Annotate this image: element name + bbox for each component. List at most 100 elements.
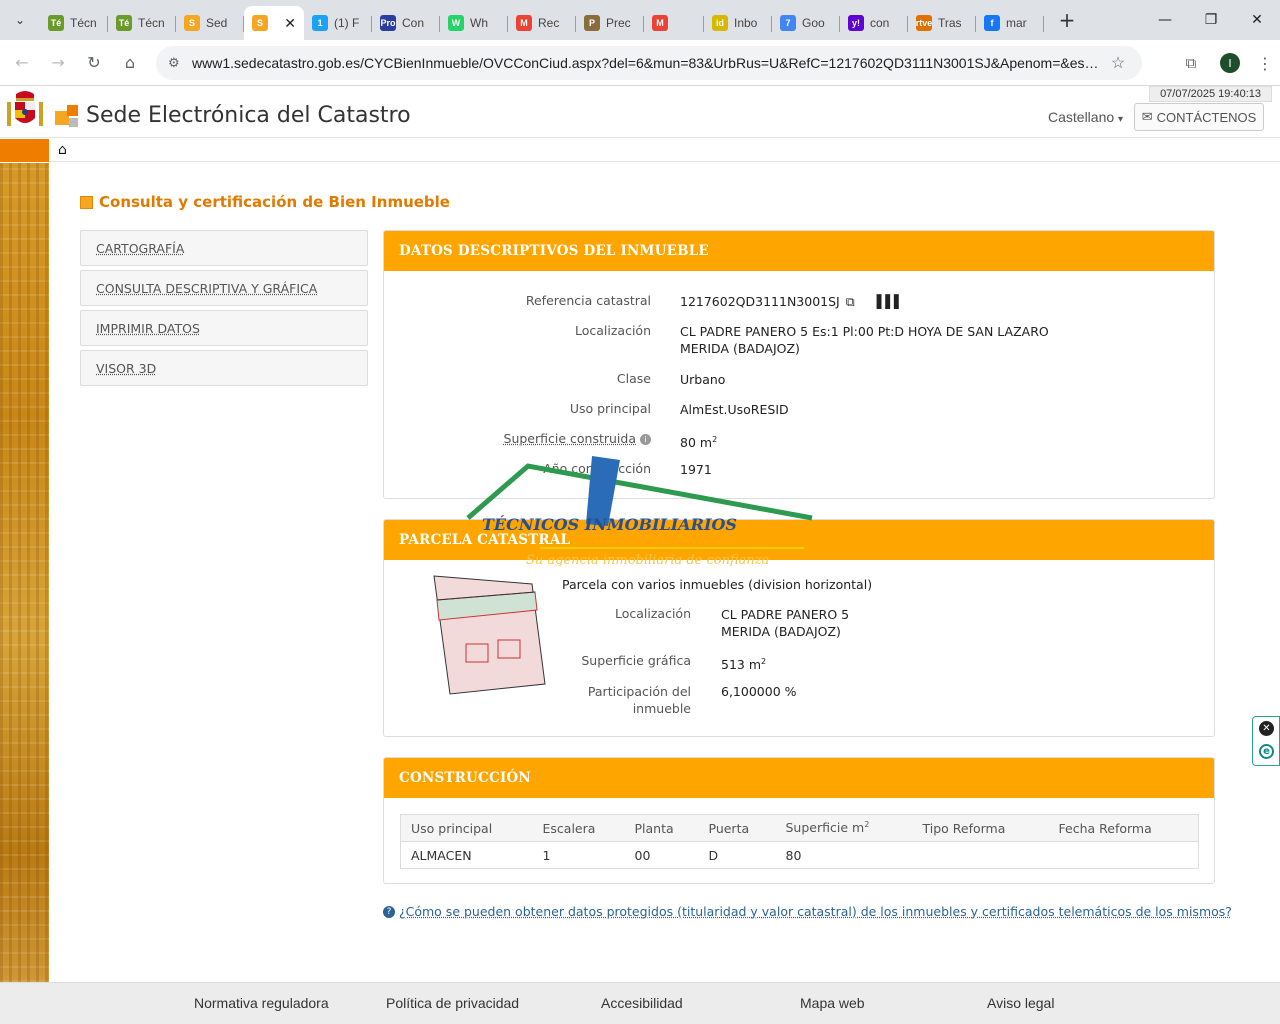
tab-label: Prec	[606, 16, 631, 30]
tab-label: mar	[1006, 16, 1027, 30]
browser-tab[interactable]: 7 Goo	[772, 6, 840, 40]
parcela-loc-line-2: MERIDA (BADAJOZ)	[721, 624, 841, 639]
footer-aviso-legal[interactable]: Aviso legal	[987, 995, 1054, 1011]
copy-icon[interactable]: ⧉	[846, 294, 855, 309]
cell-tipo-reforma	[913, 842, 1049, 869]
browser-tab[interactable]: Té Técn	[108, 6, 176, 40]
language-selector[interactable]: Castellano ▾	[1048, 109, 1123, 125]
bookmark-star-icon[interactable]: ☆	[1106, 53, 1130, 73]
minimize-icon[interactable]: —	[1142, 12, 1188, 28]
browser-tab[interactable]: M	[644, 6, 704, 40]
envelope-icon: ✉	[1141, 109, 1153, 124]
footer-mapa-web[interactable]: Mapa web	[800, 995, 865, 1011]
protected-data-link[interactable]: ? ¿Cómo se pueden obtener datos protegid…	[383, 904, 1232, 919]
parcela-desc: Parcela con varios inmuebles (division h…	[562, 577, 873, 592]
footer-accesibilidad[interactable]: Accesibilidad	[601, 995, 683, 1011]
menu-cartografia[interactable]: CARTOGRAFÍA	[80, 230, 368, 266]
menu-imprimir-datos[interactable]: IMPRIMIR DATOS	[80, 310, 368, 346]
cell-fecha-reforma	[1049, 842, 1199, 869]
tab-label: Con	[402, 16, 425, 30]
e-widget-icon[interactable]: e	[1259, 744, 1274, 759]
anio-label: Año construcción	[543, 461, 651, 476]
superscript-2: 2	[761, 657, 767, 666]
anio-value: 1971	[680, 462, 712, 477]
browser-tab[interactable]: S ✕	[244, 6, 304, 40]
col-escalera: Escalera	[532, 814, 625, 842]
address-bar[interactable]: ⚙ www1.sedecatastro.gob.es/CYCBienInmueb…	[156, 46, 1142, 80]
tab-favicon-icon: id	[712, 15, 728, 31]
superficie-value-text: 80 m	[680, 435, 713, 451]
extensions-icon[interactable]: ⧉	[1172, 54, 1210, 72]
accessibility-widget: ✕ e	[1252, 716, 1280, 766]
reload-icon[interactable]: ↻	[76, 53, 112, 72]
browser-tab[interactable]: S Sed	[176, 6, 244, 40]
parcela-part-label-1: Participación del	[587, 684, 691, 699]
parcela-loc-line-1: CL PADRE PANERO 5	[721, 607, 850, 622]
home-icon[interactable]: ⌂	[112, 53, 148, 72]
browser-tab[interactable]: M Rec	[508, 6, 576, 40]
left-menu: CARTOGRAFÍA CONSULTA DESCRIPTIVA Y GRÁFI…	[80, 230, 368, 390]
parcel-sketch-image[interactable]	[432, 574, 547, 696]
parcela-loc-value: CL PADRE PANERO 5 MERIDA (BADAJOZ)	[721, 606, 849, 640]
parcela-sup-value-text: 513 m	[721, 657, 762, 673]
protected-data-link-text[interactable]: ¿Cómo se pueden obtener datos protegidos…	[399, 904, 1232, 919]
parcela-sup-label: Superficie gráfica	[581, 653, 691, 668]
col-planta: Planta	[624, 814, 699, 842]
browser-tab[interactable]: 1 (1) F	[304, 6, 372, 40]
tab-label: Goo	[802, 16, 825, 30]
tab-close-icon[interactable]: ✕	[284, 15, 296, 32]
browser-tab[interactable]: Té Técn	[40, 6, 108, 40]
restore-icon[interactable]: ❐	[1188, 12, 1234, 28]
tab-label: Tras	[938, 16, 962, 30]
tab-label: Wh	[470, 16, 488, 30]
menu-consulta-descriptiva[interactable]: CONSULTA DESCRIPTIVA Y GRÁFICA	[80, 270, 368, 306]
browser-tab[interactable]: W Wh	[440, 6, 508, 40]
parcela-panel-title: PARCELA CATASTRAL	[384, 520, 1214, 560]
parcela-sup-value: 513 m2	[721, 653, 766, 673]
menu-kebab-icon[interactable]: ⋮	[1250, 54, 1280, 73]
close-widget-icon[interactable]: ✕	[1259, 721, 1274, 736]
server-datetime: 07/07/2025 19:40:13	[1149, 86, 1272, 102]
tab-favicon-icon: f	[984, 15, 1000, 31]
site-title[interactable]: Sede Electrónica del Catastro	[86, 103, 411, 128]
url-text[interactable]: www1.sedecatastro.gob.es/CYCBienInmueble…	[192, 55, 1106, 71]
tab-favicon-icon: W	[448, 15, 464, 31]
construccion-table: Uso principal Escalera Planta Puerta Sup…	[400, 814, 1199, 869]
home-link-icon[interactable]: ⌂	[58, 142, 67, 158]
new-tab-button[interactable]: +	[1052, 8, 1082, 32]
back-icon[interactable]: ←	[4, 53, 40, 72]
cell-escalera: 1	[542, 847, 551, 863]
footer-privacidad[interactable]: Política de privacidad	[386, 995, 519, 1011]
profile-avatar[interactable]: I	[1220, 53, 1240, 73]
nav-strip-accent	[0, 139, 49, 162]
close-window-icon[interactable]: ✕	[1234, 12, 1280, 28]
browser-tab-bar: ⌄ Té Técn Té Técn S Sed S ✕ 1 (1) F Pro Con W Wh M Rec P…	[0, 0, 1280, 40]
browser-tab[interactable]: y! con	[840, 6, 908, 40]
browser-tab[interactable]: Pro Con	[372, 6, 440, 40]
tab-favicon-icon: Pro	[380, 15, 396, 31]
barcode-icon[interactable]: ▌▌▌	[877, 294, 904, 309]
construccion-panel: CONSTRUCCIÓN Uso principal Escalera Plan…	[383, 757, 1215, 884]
browser-tab[interactable]: P Prec	[576, 6, 644, 40]
footer-normativa[interactable]: Normativa reguladora	[194, 995, 329, 1011]
contact-button[interactable]: ✉ CONTÁCTENOS	[1134, 103, 1264, 131]
browser-tab[interactable]: id Inbo	[704, 6, 772, 40]
ref-value-text[interactable]: 1217602QD3111N3001SJ	[680, 294, 840, 309]
info-icon[interactable]: i	[640, 434, 651, 445]
parcela-loc-label: Localización	[614, 606, 691, 621]
title-square-icon	[80, 195, 93, 209]
menu-visor-3d[interactable]: VISOR 3D	[80, 350, 368, 386]
site-info-icon[interactable]: ⚙	[168, 55, 192, 71]
table-row: ALMACEN 1 00 D 80	[401, 842, 1199, 869]
tab-favicon-icon: Té	[116, 15, 132, 31]
tab-search-icon[interactable]: ⌄	[0, 0, 40, 40]
forward-icon[interactable]: →	[40, 53, 76, 72]
col-fecha-reforma: Fecha Reforma	[1048, 814, 1199, 842]
nav-strip: ⌂	[0, 139, 1280, 162]
browser-toolbar: ← → ↻ ⌂ ⚙ www1.sedecatastro.gob.es/CYCBi…	[0, 40, 1280, 86]
loc-label: Localización	[574, 323, 651, 338]
web-page: Sede Electrónica del Catastro 07/07/2025…	[0, 86, 1280, 1024]
ref-label: Referencia catastral	[525, 293, 651, 308]
browser-tab[interactable]: rtve Tras	[908, 6, 976, 40]
browser-tab[interactable]: f mar	[976, 6, 1044, 40]
